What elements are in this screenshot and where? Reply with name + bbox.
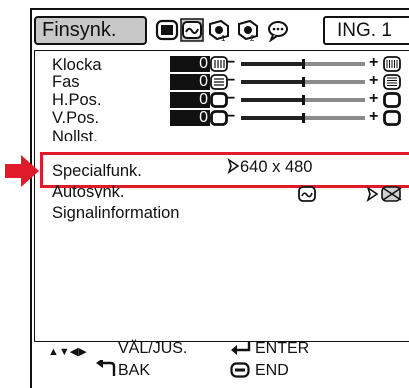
selection-highlight-top — [40, 152, 409, 155]
klocka-minus: − — [226, 54, 236, 71]
hpos-minus: − — [226, 90, 236, 107]
vpos-value: 0 — [170, 110, 210, 126]
hpos-plus: + — [369, 90, 379, 107]
back-key-icon — [96, 360, 116, 376]
fas-slider[interactable] — [241, 77, 365, 87]
hpos-value: 0 — [170, 92, 210, 108]
vertical-position-icon — [383, 110, 401, 126]
vpos-slider[interactable] — [241, 113, 365, 123]
menu-item-fas[interactable]: Fas — [52, 73, 80, 91]
fas-minus: − — [226, 72, 236, 89]
menu-item-special-modes[interactable]: Specialfunk. — [52, 162, 142, 180]
klocka-value: 0 — [170, 56, 210, 72]
option-arrow-icon — [227, 158, 240, 174]
footer-end: END — [255, 362, 289, 379]
selection-arrow-icon — [5, 155, 39, 187]
special-modes-value: 640 x 480 — [240, 158, 313, 176]
tab-fine-sync[interactable]: Finsynk. — [34, 16, 147, 45]
fine-sync-tab-icon[interactable] — [180, 18, 204, 42]
menu-item-auto-sync[interactable]: Autosynk. — [52, 180, 124, 198]
end-key-icon — [230, 362, 250, 378]
auto-sync-off-icon — [381, 186, 402, 202]
svg-text:2: 2 — [250, 34, 255, 42]
language-tab-icon[interactable] — [266, 18, 290, 42]
arrow-keys-icon: ▲▼◀▶ — [48, 346, 87, 358]
setup-2-tab-icon[interactable]: 2 — [236, 18, 260, 42]
phase-pattern-icon — [383, 74, 401, 90]
selection-highlight-left — [40, 152, 43, 188]
klocka-slider[interactable] — [241, 59, 365, 69]
footer-back: BAK — [118, 362, 151, 379]
fas-value: 0 — [170, 74, 210, 90]
klocka-plus: + — [369, 54, 379, 71]
clock-pattern-icon — [383, 56, 401, 72]
menu-item-klocka[interactable]: Klocka — [52, 56, 102, 74]
footer-select-adjust: VÄL/JUS. — [118, 340, 188, 357]
picture-tab-icon[interactable] — [155, 18, 179, 42]
menu-item-signal-info[interactable]: Signalinformation — [52, 204, 180, 222]
footer-enter: ENTER — [255, 340, 310, 357]
vpos-minus: − — [226, 108, 236, 125]
menu-item-reset[interactable]: Nollst. — [52, 128, 98, 141]
vpos-plus: + — [369, 108, 379, 125]
setup-1-tab-icon[interactable]: 1 — [207, 18, 231, 42]
auto-sync-icon — [298, 186, 316, 202]
option-arrow-icon — [366, 186, 379, 202]
fas-plus: + — [369, 72, 379, 89]
hpos-slider[interactable] — [241, 95, 365, 105]
svg-text:1: 1 — [221, 34, 226, 42]
enter-key-icon — [231, 342, 251, 355]
menu-item-vpos[interactable]: V.Pos. — [52, 109, 99, 127]
horizontal-position-icon — [383, 92, 401, 108]
menu-item-hpos[interactable]: H.Pos. — [52, 91, 102, 109]
input-indicator: ING. 1 — [323, 16, 409, 45]
